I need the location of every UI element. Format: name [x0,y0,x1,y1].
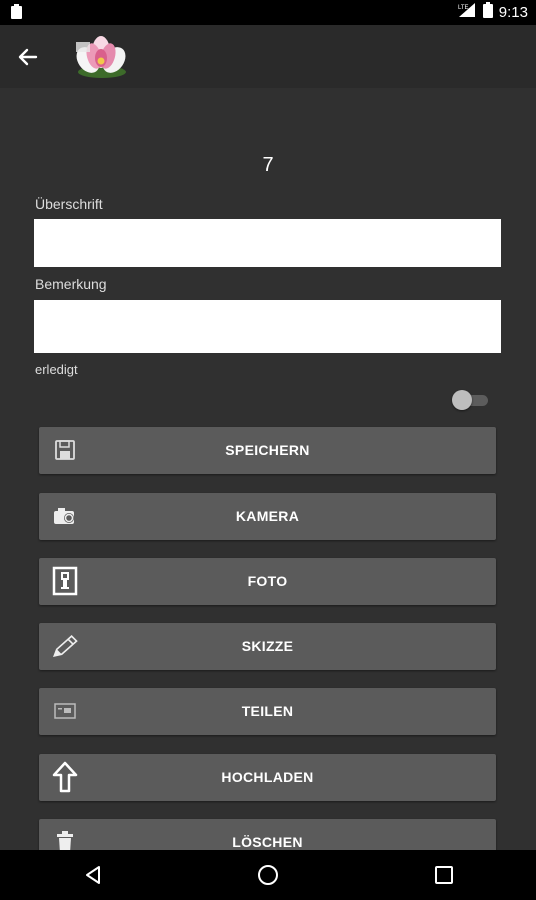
save-button[interactable]: SPEICHERN [39,427,496,474]
upload-button[interactable]: HOCHLADEN [39,754,496,801]
camera-button-label: KAMERA [235,508,300,524]
sketch-button-label: SKIZZE [241,638,294,654]
photo-button[interactable]: FOTO [39,558,496,605]
heading-label: Überschrift [35,196,103,212]
photo-button-label: FOTO [247,573,288,589]
remark-label: Bemerkung [35,276,107,292]
clipboard-icon [10,4,23,25]
upload-button-label: HOCHLADEN [221,769,314,785]
heading-input[interactable] [34,219,501,267]
clock: 9:13 [498,4,528,21]
remark-input[interactable] [34,300,501,353]
battery-icon [482,2,493,23]
nav-back-icon[interactable] [82,863,106,887]
save-button-label: SPEICHERN [225,442,310,458]
system-navigation-bar [0,850,536,900]
toggle-thumb [452,390,472,410]
network-type-label: LTE [458,5,469,11]
done-toggle-switch[interactable] [452,389,490,411]
camera-button[interactable]: KAMERA [39,493,496,540]
back-arrow-icon[interactable] [14,43,42,71]
nav-home-icon[interactable] [256,863,280,887]
nav-recents-icon[interactable] [432,863,456,887]
record-number: 7 [262,154,274,176]
sketch-button[interactable]: SKIZZE [39,623,496,670]
done-label: erledigt [35,362,78,377]
signal-icon: LTE [457,2,477,23]
app-bar [0,25,536,88]
form-content: 7 Überschrift Bemerkung erledigt SPEICHE… [0,88,536,866]
share-button-label: TEILEN [241,703,294,719]
lotus-flower-logo [70,30,130,82]
status-bar: LTE 9:13 [0,0,536,25]
share-button[interactable]: TEILEN [39,688,496,735]
